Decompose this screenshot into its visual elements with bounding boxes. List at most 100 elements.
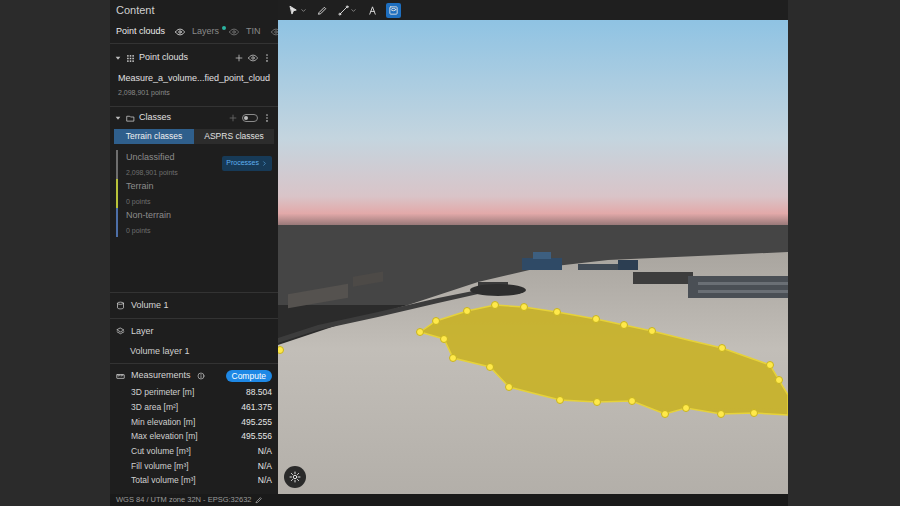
sidebar-tab[interactable]: Layers bbox=[192, 20, 239, 43]
layers-icon bbox=[116, 327, 125, 336]
measure-tool-icon[interactable] bbox=[338, 5, 349, 16]
dropdown-chevron-icon[interactable] bbox=[300, 7, 307, 14]
info-icon-holder[interactable] bbox=[197, 372, 205, 380]
select-tool-icon-holder[interactable] bbox=[288, 5, 299, 16]
toolbar-select-button[interactable] bbox=[286, 3, 309, 18]
eye-icon-holder[interactable] bbox=[248, 53, 258, 63]
eye-icon[interactable] bbox=[271, 27, 278, 37]
class-count: 0 points bbox=[126, 226, 272, 237]
eye-icon[interactable] bbox=[248, 53, 258, 63]
class-count: 0 points bbox=[126, 197, 272, 208]
tab-label[interactable]: TIN bbox=[246, 25, 261, 39]
eye-icon[interactable] bbox=[229, 27, 239, 37]
classes-toggle[interactable] bbox=[242, 114, 258, 122]
plus-icon-holder[interactable] bbox=[228, 113, 238, 123]
section-title: Point clouds bbox=[139, 51, 230, 65]
info-icon-holder bbox=[197, 372, 205, 380]
layer-heading-row: Layer bbox=[116, 325, 272, 339]
class-mode-button[interactable]: Terrain classes bbox=[114, 129, 194, 144]
select-tool-icon[interactable] bbox=[288, 5, 299, 16]
toolbar-measure-button[interactable] bbox=[336, 3, 359, 18]
eye-icon-holder[interactable] bbox=[271, 27, 278, 37]
eye-icon-holder[interactable] bbox=[229, 27, 239, 37]
toolbar-draw-button[interactable] bbox=[315, 3, 330, 18]
measurement-row: Cut volume [m³]N/A bbox=[116, 444, 272, 459]
collapse-caret-icon-holder[interactable] bbox=[114, 114, 122, 122]
classes-header[interactable]: Classes bbox=[110, 107, 278, 129]
plus-icon-holder[interactable] bbox=[234, 53, 244, 63]
eye-icon[interactable] bbox=[175, 27, 185, 37]
point-cloud-list: Measure_a_volume...fied_point_cloud 2,098… bbox=[110, 72, 278, 98]
class-mode-button[interactable]: ASPRS classes bbox=[194, 129, 274, 144]
sidebar: Content Point cloudsLayersTIN Point clou… bbox=[110, 0, 278, 494]
toolbar-volume-button[interactable] bbox=[386, 3, 401, 18]
info-icon[interactable] bbox=[197, 372, 205, 380]
measurement-value: 461.375 bbox=[241, 401, 272, 414]
point-cloud-scene[interactable] bbox=[278, 20, 788, 494]
processes-label[interactable]: Processes bbox=[226, 158, 259, 169]
folder-icon-holder bbox=[126, 114, 135, 123]
tab-label[interactable]: Point clouds bbox=[116, 25, 165, 39]
layer-name[interactable]: Volume layer 1 bbox=[116, 345, 272, 359]
pencil-icon[interactable] bbox=[255, 496, 263, 504]
measurements-heading-row: Measurements bbox=[116, 369, 205, 383]
settings-button[interactable] bbox=[284, 466, 306, 488]
sidebar-tab[interactable]: Point clouds bbox=[116, 20, 185, 43]
class-name: Non-terrain bbox=[126, 209, 272, 223]
gear-icon-holder[interactable] bbox=[289, 471, 301, 483]
class-text: Non-terrain 0 points bbox=[126, 208, 272, 237]
class-item[interactable]: Non-terrain 0 points bbox=[116, 208, 272, 237]
tab-label[interactable]: Layers bbox=[192, 25, 219, 39]
compute-button[interactable]: Compute bbox=[226, 370, 273, 383]
collapse-caret-icon[interactable] bbox=[114, 114, 122, 122]
more-icon-holder[interactable] bbox=[262, 113, 272, 123]
pencil-icon-holder[interactable] bbox=[255, 496, 263, 504]
collapse-caret-icon-holder[interactable] bbox=[114, 54, 122, 62]
scene-viewport[interactable] bbox=[278, 20, 788, 494]
volume-tool-icon-holder[interactable] bbox=[388, 5, 399, 16]
point-cloud-item[interactable]: Measure_a_volume...fied_point_cloud 2,098… bbox=[118, 72, 272, 98]
sidebar-tab[interactable]: TIN bbox=[246, 20, 278, 43]
measurements-heading: Measurements bbox=[131, 369, 191, 383]
dropdown-chevron-icon-holder[interactable] bbox=[350, 7, 357, 14]
measurement-label: Fill volume [m³] bbox=[131, 460, 189, 473]
draw-tool-icon-holder[interactable] bbox=[317, 5, 328, 16]
plus-icon[interactable] bbox=[234, 53, 244, 63]
measurement-row: Fill volume [m³]N/A bbox=[116, 459, 272, 474]
measure-tool-icon-holder[interactable] bbox=[338, 5, 349, 16]
toggle-knob bbox=[244, 116, 248, 120]
toolbar-label-button[interactable] bbox=[365, 3, 380, 18]
chevron-right-icon-holder[interactable] bbox=[261, 160, 268, 167]
point-cloud-count: 2,098,901 points bbox=[118, 88, 272, 99]
crs-edit-holder[interactable] bbox=[255, 496, 263, 504]
point-clouds-header[interactable]: Point clouds bbox=[110, 44, 278, 72]
class-item[interactable]: Unclassified2,098,901 pointsProcesses bbox=[116, 150, 272, 179]
crs-label: WGS 84 / UTM zone 32N - EPSG:32632 bbox=[116, 494, 251, 505]
dropdown-chevron-icon-holder[interactable] bbox=[300, 7, 307, 14]
measurement-row: Min elevation [m]495.255 bbox=[116, 415, 272, 430]
processes-button[interactable]: Processes bbox=[222, 156, 272, 171]
more-icon[interactable] bbox=[262, 113, 272, 123]
toolbar bbox=[278, 0, 788, 20]
measurement-list: 3D perimeter [m]88.5043D area [m²]461.37… bbox=[116, 385, 272, 488]
class-count: 2,098,901 points bbox=[126, 168, 214, 179]
more-icon-holder[interactable] bbox=[262, 53, 272, 63]
more-icon[interactable] bbox=[262, 53, 272, 63]
volume-header[interactable]: Volume 1 bbox=[110, 292, 278, 318]
eye-icon-holder[interactable] bbox=[175, 27, 185, 37]
label-tool-icon[interactable] bbox=[367, 5, 378, 16]
collapse-caret-icon[interactable] bbox=[114, 54, 122, 62]
label-tool-icon-holder[interactable] bbox=[367, 5, 378, 16]
draw-tool-icon[interactable] bbox=[317, 5, 328, 16]
volume-title: Volume 1 bbox=[131, 299, 169, 313]
volume-tool-icon[interactable] bbox=[388, 5, 399, 16]
point-cloud-name[interactable]: Measure_a_volume...fied_point_cloud bbox=[118, 72, 272, 86]
measurement-value: N/A bbox=[258, 445, 272, 458]
chevron-right-icon[interactable] bbox=[261, 160, 268, 167]
dropdown-chevron-icon[interactable] bbox=[350, 7, 357, 14]
class-item[interactable]: Terrain0 points bbox=[116, 179, 272, 208]
measurement-label: Max elevation [m] bbox=[131, 430, 198, 443]
gear-icon[interactable] bbox=[289, 471, 301, 483]
plus-icon[interactable] bbox=[228, 113, 238, 123]
measurement-label: Total volume [m³] bbox=[131, 474, 196, 487]
